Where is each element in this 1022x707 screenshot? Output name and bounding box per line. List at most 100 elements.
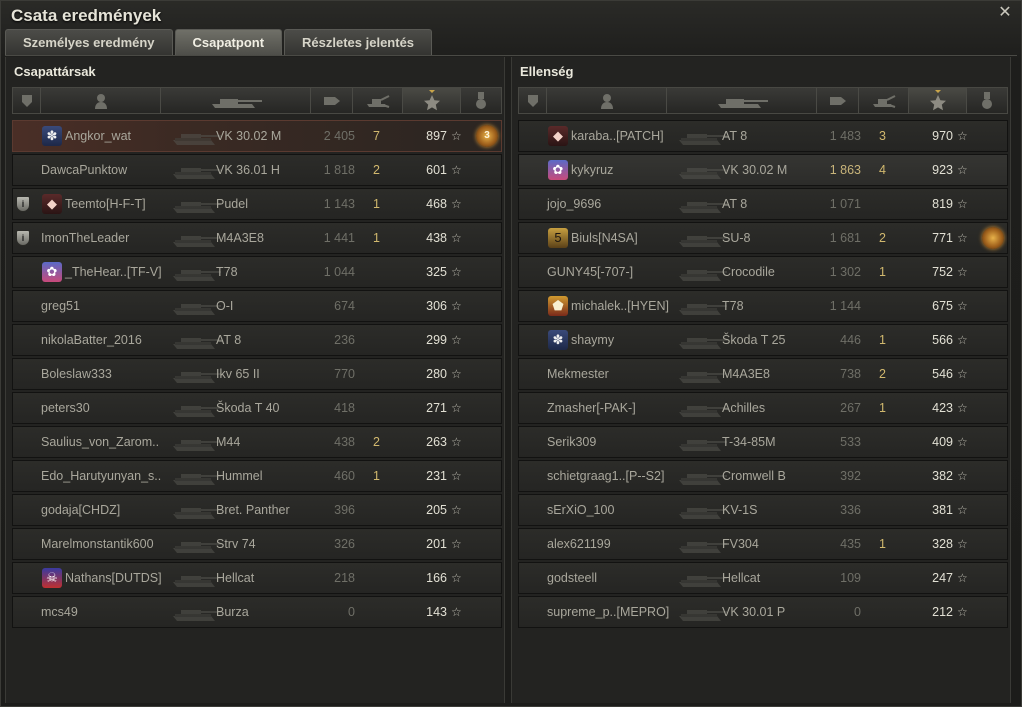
player-row[interactable]: ✽ shaymy Škoda T 25 446 1 566 ☆: [518, 324, 1008, 356]
player-name[interactable]: Saulius_von_Zarom..: [41, 427, 159, 457]
player-row[interactable]: godsteell Hellcat 109 247 ☆: [518, 562, 1008, 594]
vehicle-name: T78: [722, 299, 744, 313]
frags-value: 2: [373, 163, 380, 177]
header-player-icon[interactable]: [547, 88, 667, 113]
player-row[interactable]: Mekmester M4A3E8 738 2 546 ☆: [518, 358, 1008, 390]
player-name[interactable]: Angkor_wat: [65, 121, 131, 151]
player-row[interactable]: Serik309 T-34-85M 533 409 ☆: [518, 426, 1008, 458]
player-name[interactable]: Marelmonstantik600: [41, 529, 154, 559]
player-name[interactable]: ImonTheLeader: [41, 223, 129, 253]
star-icon: ☆: [451, 571, 462, 585]
player-row[interactable]: ✽ Angkor_wat VK 30.02 M 2 405 7 897 ☆ 3: [12, 120, 502, 152]
player-name[interactable]: Boleslaw333: [41, 359, 112, 389]
player-name[interactable]: jojo_9696: [547, 189, 601, 219]
player-name[interactable]: Mekmester: [547, 359, 609, 389]
tab-detailed-report[interactable]: Részletes jelentés: [284, 29, 433, 55]
player-row[interactable]: sErXiO_100 KV-1S 336 381 ☆: [518, 494, 1008, 526]
player-name[interactable]: Teemto[H-F-T]: [65, 189, 146, 219]
player-row[interactable]: Boleslaw333 Ikv 65 II 770 280 ☆: [12, 358, 502, 390]
player-row[interactable]: ✿ kykyruz VK 30.02 M 1 863 4 923 ☆: [518, 154, 1008, 186]
header-badge-icon[interactable]: [519, 88, 547, 113]
player-name[interactable]: shaymy: [571, 325, 614, 355]
damage-value: 438: [334, 435, 355, 449]
star-icon: ☆: [451, 367, 462, 381]
player-row[interactable]: schietgraag1..[P--S2] Cromwell B 392 382 ☆: [518, 460, 1008, 492]
player-name[interactable]: Nathans[DUTDS]: [65, 563, 162, 593]
player-name[interactable]: nikolaBatter_2016: [41, 325, 142, 355]
player-row[interactable]: Marelmonstantik600 Strv 74 326 201 ☆: [12, 528, 502, 560]
player-name[interactable]: Edo_Harutyunyan_s..: [41, 461, 161, 491]
player-row[interactable]: greg51 O-I 674 306 ☆: [12, 290, 502, 322]
close-icon[interactable]: ✕: [997, 5, 1013, 21]
player-row[interactable]: godaja[CHDZ] Bret. Panther 396 205 ☆: [12, 494, 502, 526]
player-row[interactable]: mcs49 Burza 0 143 ☆: [12, 596, 502, 628]
player-name[interactable]: DawcaPunktow: [41, 155, 127, 185]
player-name[interactable]: alex621199: [547, 529, 611, 559]
enemies-column-header: [518, 87, 1008, 114]
player-row[interactable]: 5 Biuls[N4SA] SU-8 1 681 2 771 ☆: [518, 222, 1008, 254]
header-frags-icon[interactable]: [859, 88, 909, 113]
player-name[interactable]: karaba..[PATCH]: [571, 121, 664, 151]
player-row[interactable]: ◆ karaba..[PATCH] AT 8 1 483 3 970 ☆: [518, 120, 1008, 152]
frags-value: [373, 495, 389, 525]
rank-badge-icon: i: [16, 230, 30, 246]
player-row[interactable]: ☠ Nathans[DUTDS] Hellcat 218 166 ☆: [12, 562, 502, 594]
player-name[interactable]: godaja[CHDZ]: [41, 495, 120, 525]
player-row[interactable]: nikolaBatter_2016 AT 8 236 299 ☆: [12, 324, 502, 356]
player-name[interactable]: greg51: [41, 291, 80, 321]
damage-value: 770: [334, 367, 355, 381]
player-name[interactable]: schietgraag1..[P--S2]: [547, 461, 664, 491]
player-row[interactable]: i ImonTheLeader M4A3E8 1 441 1 438 ☆: [12, 222, 502, 254]
header-badge-icon[interactable]: [13, 88, 41, 113]
medal-icon[interactable]: [982, 227, 1004, 249]
header-medal-icon[interactable]: [967, 88, 1007, 113]
player-name[interactable]: supreme_p..[MEPRO]: [547, 597, 669, 627]
player-row[interactable]: i ◆ Teemto[H-F-T] Pudel 1 143 1 468 ☆: [12, 188, 502, 220]
star-icon: ☆: [451, 503, 462, 517]
player-row[interactable]: Zmasher[-PAK-] Achilles 267 1 423 ☆: [518, 392, 1008, 424]
player-name[interactable]: godsteell: [547, 563, 597, 593]
player-row[interactable]: ✿ _TheHear..[TF-V] T78 1 044 325 ☆: [12, 256, 502, 288]
player-name[interactable]: michalek..[HYEN]: [571, 291, 669, 321]
player-row[interactable]: peters30 Škoda T 40 418 271 ☆: [12, 392, 502, 424]
player-name[interactable]: _TheHear..[TF-V]: [65, 257, 162, 287]
player-row[interactable]: GUNY45[-707-] Crocodile 1 302 1 752 ☆: [518, 256, 1008, 288]
player-name[interactable]: GUNY45[-707-]: [547, 257, 633, 287]
player-row[interactable]: Saulius_von_Zarom.. M44 438 2 263 ☆: [12, 426, 502, 458]
vehicle-name: Škoda T 25: [722, 333, 786, 347]
frags-value: [373, 393, 389, 423]
player-name[interactable]: Serik309: [547, 427, 596, 457]
player-name[interactable]: peters30: [41, 393, 90, 423]
player-name[interactable]: Zmasher[-PAK-]: [547, 393, 636, 423]
header-vehicle-icon[interactable]: [667, 88, 817, 113]
tab-personal-results[interactable]: Személyes eredmény: [5, 29, 173, 55]
tab-team-score[interactable]: Csapatpont: [174, 29, 283, 55]
player-row[interactable]: Edo_Harutyunyan_s.. Hummel 460 1 231 ☆: [12, 460, 502, 492]
player-row[interactable]: jojo_9696 AT 8 1 071 819 ☆: [518, 188, 1008, 220]
player-name[interactable]: sErXiO_100: [547, 495, 614, 525]
medal-icon[interactable]: 3: [476, 125, 498, 147]
battle-results-window: Csata eredmények ✕ Személyes eredmény Cs…: [0, 0, 1022, 707]
vehicle-name: M4A3E8: [722, 367, 770, 381]
header-vehicle-icon[interactable]: [161, 88, 311, 113]
player-name[interactable]: kykyruz: [571, 155, 613, 185]
damage-value: 1 144: [829, 299, 861, 313]
player-row[interactable]: supreme_p..[MEPRO] VK 30.01 P 0 212 ☆: [518, 596, 1008, 628]
clan-skull-icon: ☠: [42, 568, 62, 588]
player-name[interactable]: mcs49: [41, 597, 78, 627]
player-name[interactable]: Biuls[N4SA]: [571, 223, 638, 253]
header-frags-icon[interactable]: [353, 88, 403, 113]
damage-value: 1 863: [829, 163, 861, 177]
player-row[interactable]: DawcaPunktow VK 36.01 H 1 818 2 601 ☆: [12, 154, 502, 186]
header-star-icon[interactable]: [403, 88, 461, 113]
header-damage-icon[interactable]: [311, 88, 353, 113]
player-row[interactable]: ⬟ michalek..[HYEN] T78 1 144 675 ☆: [518, 290, 1008, 322]
vehicle-name: VK 30.02 M: [722, 163, 788, 177]
header-player-icon[interactable]: [41, 88, 161, 113]
header-medal-icon[interactable]: [461, 88, 501, 113]
xp-value: 247: [932, 571, 953, 585]
header-damage-icon[interactable]: [817, 88, 859, 113]
header-star-icon[interactable]: [909, 88, 967, 113]
vehicle-name: KV-1S: [722, 503, 758, 517]
player-row[interactable]: alex621199 FV304 435 1 328 ☆: [518, 528, 1008, 560]
